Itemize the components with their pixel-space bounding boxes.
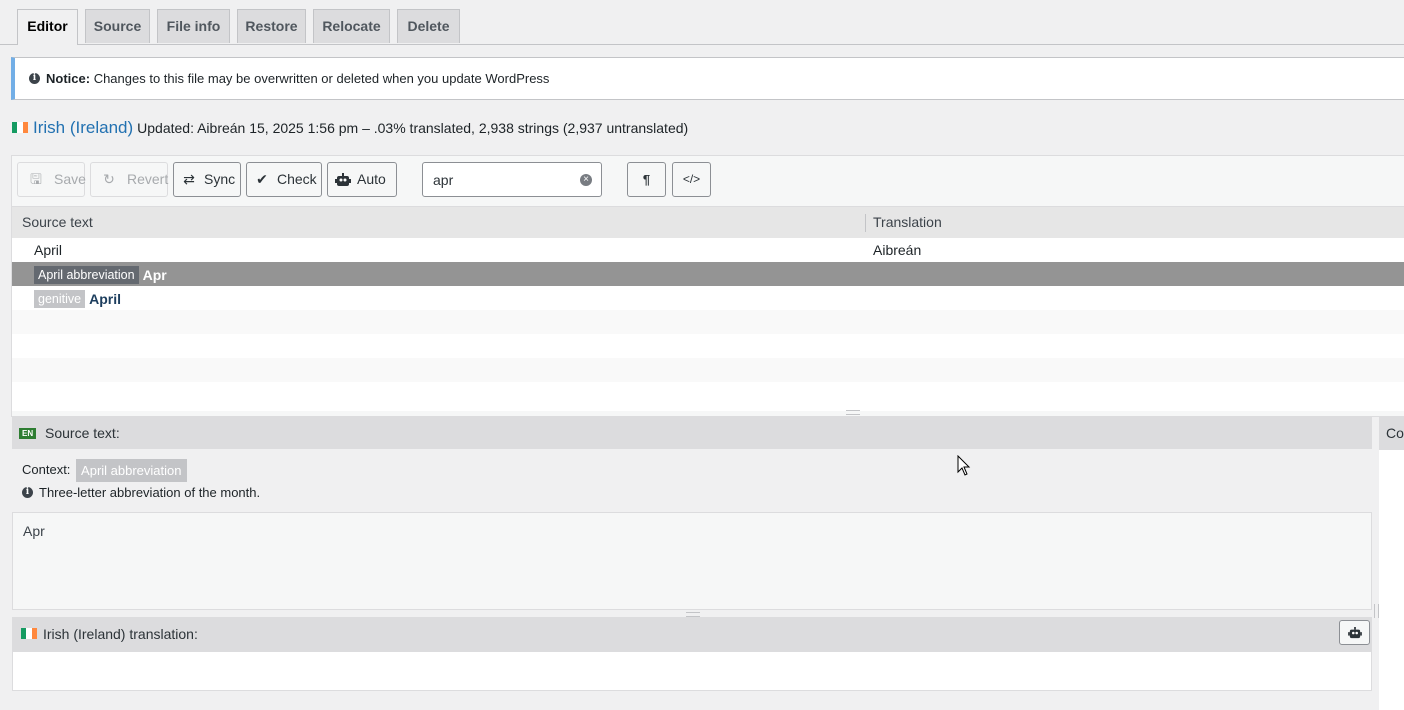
- comments-body[interactable]: [1379, 450, 1404, 710]
- empty-row: [12, 358, 1404, 382]
- notice-label: Notice:: [46, 71, 91, 86]
- code-view-button[interactable]: </>: [672, 162, 711, 197]
- save-label: Save: [54, 171, 86, 187]
- tab-bar: Editor Source File info Restore Relocate…: [0, 0, 1404, 45]
- ireland-flag-icon: [21, 628, 37, 639]
- context-label: Context:: [22, 461, 71, 477]
- notice-text: Changes to this file may be overwritten …: [93, 71, 550, 86]
- revert-icon: ↻: [103, 171, 115, 187]
- list-item-selected[interactable]: April abbreviation Apr: [12, 262, 1404, 286]
- translation-cell: Aibreán: [873, 242, 922, 258]
- language-link[interactable]: Irish (Ireland): [33, 118, 133, 137]
- update-notice: i Notice: Changes to this file may be ove…: [11, 57, 1404, 100]
- tab-editor[interactable]: Editor: [17, 9, 78, 45]
- robot-icon: [1347, 627, 1362, 639]
- empty-row: [12, 382, 1404, 406]
- developer-note: i Three-letter abbreviation of the month.: [22, 485, 260, 500]
- source-panel-title: Source text:: [45, 425, 120, 441]
- translation-panel-title: Irish (Ireland) translation:: [43, 626, 198, 642]
- list-item[interactable]: genitive April: [12, 286, 1404, 310]
- source-text: April: [89, 291, 121, 308]
- sync-button[interactable]: ⇄ Sync: [173, 162, 241, 197]
- tab-source[interactable]: Source: [85, 9, 150, 43]
- tab-relocate[interactable]: Relocate: [313, 9, 390, 43]
- check-label: Check: [277, 171, 317, 187]
- column-source[interactable]: Source text: [22, 214, 93, 230]
- info-icon: i: [22, 487, 33, 499]
- source-text-box[interactable]: Apr: [12, 512, 1372, 610]
- auto-label: Auto: [357, 171, 386, 187]
- grid-resize-handle[interactable]: [846, 410, 860, 415]
- file-stats: Updated: Aibreán 15, 2025 1:56 pm – .03%…: [137, 120, 689, 136]
- list-item[interactable]: April Aibreán: [12, 238, 1404, 262]
- invisibles-button[interactable]: ¶: [627, 162, 666, 197]
- column-translation[interactable]: Translation: [873, 214, 942, 230]
- source-cell: genitive April: [34, 286, 121, 311]
- context-tag: April abbreviation: [34, 266, 139, 285]
- tab-restore[interactable]: Restore: [237, 9, 306, 43]
- search-input[interactable]: [422, 162, 602, 197]
- file-heading: Irish (Ireland) Updated: Aibreán 15, 2025…: [12, 118, 688, 142]
- ireland-flag-icon: [12, 121, 28, 133]
- sync-icon: ⇄: [183, 171, 195, 187]
- check-button[interactable]: ✔ Check: [246, 162, 322, 197]
- en-flag-icon: EN: [19, 428, 37, 439]
- note-text: Three-letter abbreviation of the month.: [39, 485, 261, 500]
- context-value: April abbreviation: [76, 459, 187, 482]
- string-list: April Aibreán April abbreviation Apr geni…: [12, 238, 1404, 411]
- context-tag: genitive: [34, 290, 86, 309]
- comments-panel: Co: [1379, 416, 1404, 710]
- comments-panel-title: Co: [1386, 425, 1404, 441]
- empty-row: [12, 310, 1404, 334]
- grid-header: Source text Translation: [12, 206, 1404, 238]
- translation-panel-header: Irish (Ireland) translation:: [12, 617, 1372, 651]
- revert-label: Revert: [127, 171, 169, 187]
- empty-row: [12, 334, 1404, 358]
- translation-textarea[interactable]: [12, 651, 1372, 691]
- column-divider[interactable]: [865, 214, 866, 232]
- source-panel: EN Source text: Context: April abbreviat…: [12, 416, 1372, 610]
- auto-translate-button[interactable]: Auto: [327, 162, 397, 197]
- clear-search-icon[interactable]: ×: [580, 174, 592, 186]
- robot-icon: [335, 163, 351, 199]
- editor-panel: 🖫Save ↻Revert ⇄Sync ✔Check Auto × ¶ </> …: [11, 155, 1404, 417]
- info-icon: i: [29, 73, 40, 85]
- tab-delete[interactable]: Delete: [397, 9, 460, 43]
- revert-button[interactable]: ↻ Revert: [90, 162, 168, 197]
- context-line: Context: April abbreviation: [22, 459, 187, 482]
- auto-translate-single-button[interactable]: [1339, 620, 1370, 645]
- sync-label: Sync: [204, 171, 236, 187]
- source-text: Apr: [142, 267, 167, 284]
- save-button[interactable]: 🖫 Save: [17, 162, 86, 197]
- check-icon: ✔: [256, 171, 268, 187]
- source-cell: April: [34, 242, 63, 258]
- source-panel-header: EN Source text:: [12, 416, 1372, 449]
- tab-file-info[interactable]: File info: [157, 9, 230, 43]
- source-cell: April abbreviation Apr: [34, 262, 167, 287]
- save-icon: 🖫: [30, 171, 42, 187]
